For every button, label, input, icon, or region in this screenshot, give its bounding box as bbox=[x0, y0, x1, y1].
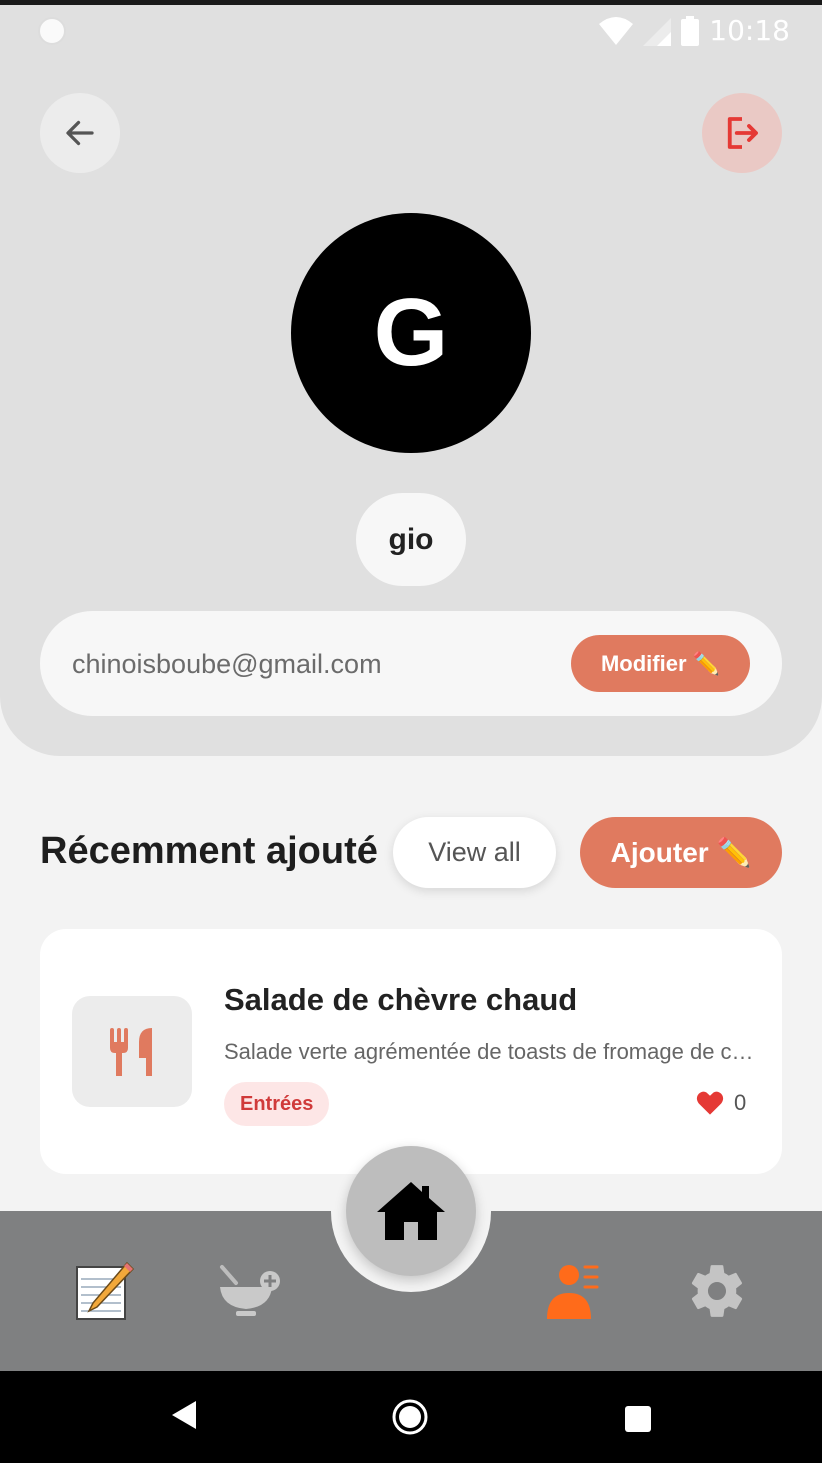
avatar[interactable]: G bbox=[291, 213, 531, 453]
section-title: Récemment ajouté bbox=[40, 830, 378, 872]
signal-icon bbox=[643, 17, 672, 46]
user-list-icon bbox=[547, 1265, 599, 1319]
wifi-icon bbox=[599, 16, 634, 45]
logout-icon bbox=[727, 117, 758, 149]
nav-my-recipes[interactable] bbox=[538, 1258, 604, 1324]
back-button[interactable] bbox=[40, 93, 120, 173]
home-icon bbox=[377, 1182, 445, 1240]
add-recipe-button[interactable]: Ajouter ✏️ bbox=[580, 817, 782, 888]
nav-add-dish[interactable] bbox=[216, 1258, 282, 1324]
system-recents-icon[interactable] bbox=[624, 1405, 652, 1433]
logout-button[interactable] bbox=[702, 93, 782, 173]
gear-icon bbox=[691, 1265, 743, 1317]
recipe-card[interactable]: Salade de chèvre chaud Salade verte agré… bbox=[40, 929, 782, 1174]
modify-button[interactable]: Modifier ✏️ bbox=[571, 635, 750, 692]
like-counter[interactable]: 0 bbox=[696, 1090, 746, 1116]
recipe-title: Salade de chèvre chaud bbox=[224, 982, 578, 1017]
system-home-icon[interactable] bbox=[391, 1398, 429, 1436]
status-icons: 10:18 bbox=[599, 14, 790, 47]
status-bar: 10:18 bbox=[0, 0, 822, 60]
notepad-icon bbox=[76, 1261, 135, 1320]
notification-icon bbox=[38, 17, 66, 45]
utensils-icon bbox=[110, 1027, 152, 1076]
nav-notepad[interactable] bbox=[70, 1258, 136, 1324]
heart-icon[interactable] bbox=[696, 1090, 724, 1116]
like-count: 0 bbox=[734, 1090, 747, 1115]
status-bar-edge bbox=[0, 0, 822, 5]
username: gio bbox=[356, 493, 466, 586]
battery-icon bbox=[681, 15, 700, 46]
recipe-description: Salade verte agrémentée de toasts de fro… bbox=[224, 1039, 754, 1064]
recipe-thumbnail bbox=[72, 996, 192, 1107]
arrow-left-icon bbox=[66, 120, 94, 146]
bowl-add-icon bbox=[220, 1265, 280, 1316]
home-button[interactable] bbox=[346, 1146, 476, 1276]
nav-settings[interactable] bbox=[684, 1258, 750, 1324]
view-all-button[interactable]: View all bbox=[393, 817, 556, 888]
email-field: chinoisboube@gmail.com Modifier ✏️ bbox=[40, 611, 782, 716]
email-text: chinoisboube@gmail.com bbox=[72, 649, 382, 679]
system-navigation-bar bbox=[0, 1371, 822, 1463]
system-back-icon[interactable] bbox=[170, 1399, 198, 1431]
recipe-category-tag: Entrées bbox=[224, 1082, 330, 1126]
status-time: 10:18 bbox=[709, 14, 790, 47]
